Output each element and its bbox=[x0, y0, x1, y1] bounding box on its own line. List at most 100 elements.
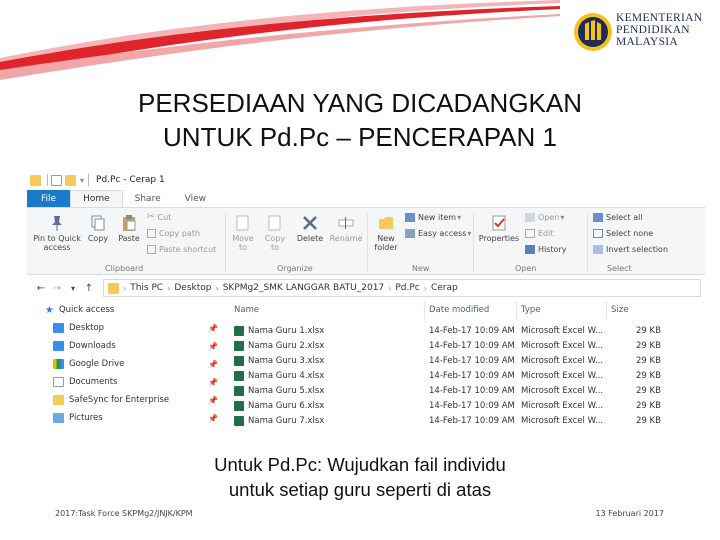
copy-to-button[interactable]: Copy to bbox=[261, 214, 289, 252]
file-name: Nama Guru 6.xlsx bbox=[248, 401, 325, 411]
excel-file-icon bbox=[234, 326, 244, 336]
pin-icon[interactable]: 📌 bbox=[208, 324, 218, 333]
file-type: Microsoft Excel W... bbox=[521, 401, 604, 411]
tab-home[interactable]: Home bbox=[70, 190, 123, 207]
nav-item-desktop[interactable]: Desktop bbox=[53, 323, 104, 333]
address-bar[interactable]: › This PC › Desktop › SKPMg2_SMK LANGGAR B… bbox=[103, 279, 701, 297]
pin-icon[interactable]: 📌 bbox=[208, 414, 218, 423]
up-arrow-icon[interactable]: ↑ bbox=[81, 283, 97, 294]
easy-access-button[interactable]: Easy access ▾ bbox=[405, 229, 472, 238]
delete-x-icon bbox=[303, 216, 317, 230]
breadcrumb-cerap[interactable]: Cerap bbox=[431, 283, 458, 293]
file-name: Nama Guru 5.xlsx bbox=[248, 386, 325, 396]
copy-path-button[interactable]: Copy path bbox=[147, 229, 200, 238]
pin-icon[interactable]: 📌 bbox=[208, 378, 218, 387]
copy-to-label: Copy to bbox=[264, 234, 286, 252]
back-arrow-icon[interactable]: ← bbox=[33, 283, 49, 294]
delete-button[interactable]: Delete bbox=[295, 214, 325, 243]
history-label: History bbox=[538, 245, 567, 254]
tab-view[interactable]: View bbox=[173, 190, 218, 207]
paste-icon bbox=[123, 215, 136, 231]
breadcrumb-this-pc[interactable]: This PC bbox=[130, 283, 163, 293]
documents-icon bbox=[53, 377, 64, 387]
column-header-name[interactable]: Name bbox=[234, 305, 259, 315]
file-size: 29 KB bbox=[636, 416, 661, 426]
address-bar-row: ← → ▾ ↑ › This PC › Desktop › SKPMg2_SMK L… bbox=[27, 275, 705, 301]
slide-caption: Untuk Pd.Pc: Wujudkan fail individu untu… bbox=[120, 452, 600, 502]
breadcrumb-pdpc[interactable]: Pd.Pc bbox=[395, 283, 419, 293]
table-row[interactable]: Nama Guru 5.xlsx 14-Feb-17 10:09 AM Micr… bbox=[232, 384, 672, 399]
open-label: Open bbox=[538, 213, 560, 222]
file-name: Nama Guru 7.xlsx bbox=[248, 416, 325, 426]
table-row[interactable]: Nama Guru 4.xlsx 14-Feb-17 10:09 AM Micr… bbox=[232, 369, 672, 384]
invert-selection-button[interactable]: Invert selection bbox=[593, 245, 668, 254]
move-to-button[interactable]: Move to bbox=[229, 214, 257, 252]
file-date: 14-Feb-17 10:09 AM bbox=[429, 416, 515, 426]
rename-button[interactable]: Rename bbox=[329, 214, 363, 243]
file-date: 14-Feb-17 10:09 AM bbox=[429, 341, 515, 351]
nav-item-safesync[interactable]: SafeSync for Enterprise bbox=[53, 395, 169, 405]
table-row[interactable]: Nama Guru 6.xlsx 14-Feb-17 10:09 AM Micr… bbox=[232, 399, 672, 414]
table-row[interactable]: Nama Guru 1.xlsx 14-Feb-17 10:09 AM Micr… bbox=[232, 324, 672, 339]
nav-item-documents[interactable]: Documents bbox=[53, 377, 117, 387]
copy-label: Copy bbox=[87, 234, 109, 243]
chevron-down-icon: ▾ bbox=[467, 229, 472, 238]
logo-line-3: MALAYSIA bbox=[616, 36, 679, 48]
select-none-button[interactable]: Select none bbox=[593, 229, 653, 238]
file-type: Microsoft Excel W... bbox=[521, 416, 604, 426]
history-icon bbox=[525, 245, 535, 254]
desktop-icon bbox=[53, 323, 64, 333]
edit-label: Edit bbox=[538, 229, 554, 238]
column-header-date[interactable]: Date modified bbox=[429, 305, 489, 315]
excel-file-icon bbox=[234, 341, 244, 351]
column-header-type[interactable]: Type bbox=[521, 305, 541, 315]
tab-share[interactable]: Share bbox=[123, 190, 173, 207]
chevron-down-icon: ▾ bbox=[560, 213, 565, 222]
open-button[interactable]: Open ▾ bbox=[525, 213, 565, 222]
properties-label: Properties bbox=[478, 234, 520, 243]
chevron-down-icon[interactable]: ▾ bbox=[65, 284, 81, 293]
paste-button[interactable]: Paste bbox=[115, 214, 143, 243]
chevron-down-icon[interactable]: ▾ bbox=[80, 176, 84, 185]
pin-icon[interactable]: 📌 bbox=[208, 396, 218, 405]
file-name: Nama Guru 2.xlsx bbox=[248, 341, 325, 351]
pin-quick-access-button[interactable]: Pin to Quick access bbox=[31, 214, 83, 252]
new-folder-icon[interactable] bbox=[65, 174, 76, 186]
navigation-pane: ★ Quick access Desktop Downloads Google … bbox=[27, 301, 222, 438]
group-select: Select bbox=[607, 264, 632, 273]
cut-button[interactable]: ✂ Cut bbox=[147, 213, 171, 223]
properties-icon[interactable] bbox=[51, 174, 62, 186]
nav-item-google-drive[interactable]: Google Drive bbox=[53, 359, 124, 369]
breadcrumb-desktop[interactable]: Desktop bbox=[174, 283, 211, 293]
table-row[interactable]: Nama Guru 7.xlsx 14-Feb-17 10:09 AM Micr… bbox=[232, 414, 672, 429]
new-item-label: New item bbox=[418, 213, 457, 222]
copy-to-icon bbox=[268, 215, 281, 231]
properties-button[interactable]: Properties bbox=[477, 214, 521, 243]
new-folder-button[interactable]: New folder bbox=[371, 214, 401, 252]
new-item-button[interactable]: New item ▾ bbox=[405, 213, 462, 222]
nav-quick-access[interactable]: ★ Quick access bbox=[45, 305, 114, 316]
table-row[interactable]: Nama Guru 2.xlsx 14-Feb-17 10:09 AM Micr… bbox=[232, 339, 672, 354]
copy-path-label: Copy path bbox=[159, 229, 201, 238]
table-row[interactable]: Nama Guru 3.xlsx 14-Feb-17 10:09 AM Micr… bbox=[232, 354, 672, 369]
forward-arrow-icon[interactable]: → bbox=[49, 283, 65, 294]
tab-file[interactable]: File bbox=[27, 190, 71, 207]
select-all-button[interactable]: Select all bbox=[593, 213, 643, 222]
group-open: Open bbox=[515, 264, 537, 273]
pin-icon[interactable]: 📌 bbox=[208, 342, 218, 351]
file-type: Microsoft Excel W... bbox=[521, 371, 604, 381]
excel-file-icon bbox=[234, 401, 244, 411]
rename-icon bbox=[338, 217, 354, 229]
edit-button[interactable]: Edit bbox=[525, 229, 554, 238]
excel-file-icon bbox=[234, 386, 244, 396]
paste-shortcut-button[interactable]: Paste shortcut bbox=[147, 245, 216, 254]
history-button[interactable]: History bbox=[525, 245, 566, 254]
column-header-size[interactable]: Size bbox=[611, 305, 628, 315]
copy-button[interactable]: Copy bbox=[85, 214, 111, 243]
pin-icon[interactable]: 📌 bbox=[208, 360, 218, 369]
nav-item-label: Pictures bbox=[69, 413, 103, 423]
breadcrumb-skpmg2[interactable]: SKPMg2_SMK LANGGAR BATU_2017 bbox=[223, 283, 384, 293]
easy-access-label: Easy access bbox=[418, 229, 467, 238]
nav-item-downloads[interactable]: Downloads bbox=[53, 341, 116, 351]
nav-item-pictures[interactable]: Pictures bbox=[53, 413, 103, 423]
